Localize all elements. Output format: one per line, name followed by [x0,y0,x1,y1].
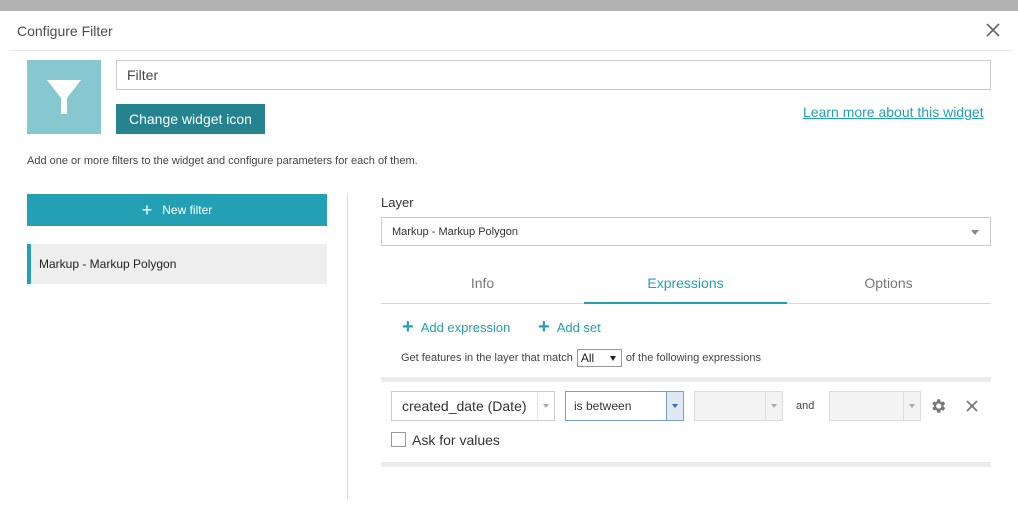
match-suffix: of the following expressions [625,352,761,364]
new-filter-label: New filter [162,203,213,217]
match-mode-select[interactable]: All [576,349,622,367]
and-label: and [796,400,815,412]
close-icon[interactable] [985,22,1001,38]
value-end-select[interactable] [829,391,921,421]
chevron-down-icon [971,230,979,235]
operator-select[interactable]: is between [565,391,684,421]
caret-down-icon [909,404,915,408]
layer-select[interactable]: Markup - Markup Polygon [381,217,991,246]
caret-down-icon [771,404,777,408]
match-sentence: Get features in the layer that match All… [401,349,761,367]
field-select-value: created_date (Date) [402,398,527,414]
layer-select-value: Markup - Markup Polygon [392,225,518,238]
filter-item-label: Markup - Markup Polygon [39,257,177,271]
add-expression-label: Add expression [420,319,511,335]
field-select-arrow[interactable] [537,392,554,420]
operator-select-value: is between [574,399,632,413]
panel-divider [347,194,348,499]
tab-options[interactable]: Options [787,268,990,304]
tab-bar: Info Expressions Options [381,268,991,304]
tab-info[interactable]: Info [381,268,584,304]
plus-icon: + [141,200,153,220]
ask-for-values-checkbox[interactable] [391,432,406,447]
caret-down-icon [543,404,549,408]
widget-name-input[interactable] [116,60,991,90]
dialog-title: Configure Filter [17,23,113,39]
value-end-arrow[interactable] [903,392,920,420]
match-mode-value: All [580,351,595,365]
gear-icon[interactable] [929,397,947,415]
description-text: Add one or more filters to the widget an… [27,155,418,167]
learn-more-link[interactable]: Learn more about this widget [803,104,984,120]
tab-expressions[interactable]: Expressions [584,268,787,304]
title-divider [10,50,1012,51]
widget-icon-preview [27,60,101,134]
value-start-select[interactable] [694,391,783,421]
match-prefix: Get features in the layer that match [401,352,573,364]
plus-icon: + [538,316,550,338]
caret-down-icon [672,404,678,408]
filter-funnel-icon [47,80,81,114]
filter-list-item[interactable]: Markup - Markup Polygon [27,244,327,284]
plus-icon: + [402,316,414,338]
remove-expression-icon[interactable] [966,400,978,412]
add-expression-button[interactable]: + Add expression [402,317,510,337]
change-widget-icon-button[interactable]: Change widget icon [116,104,265,134]
window-top-strip [0,0,1018,11]
caret-down-icon [609,356,616,361]
add-set-label: Add set [556,319,601,335]
layer-label: Layer [381,195,414,210]
ask-for-values-label: Ask for values [412,432,500,448]
add-set-button[interactable]: + Add set [538,317,601,337]
operator-select-arrow[interactable] [666,392,683,420]
value-start-arrow[interactable] [765,392,782,420]
new-filter-button[interactable]: + New filter [27,194,327,226]
field-select[interactable]: created_date (Date) [391,391,555,421]
